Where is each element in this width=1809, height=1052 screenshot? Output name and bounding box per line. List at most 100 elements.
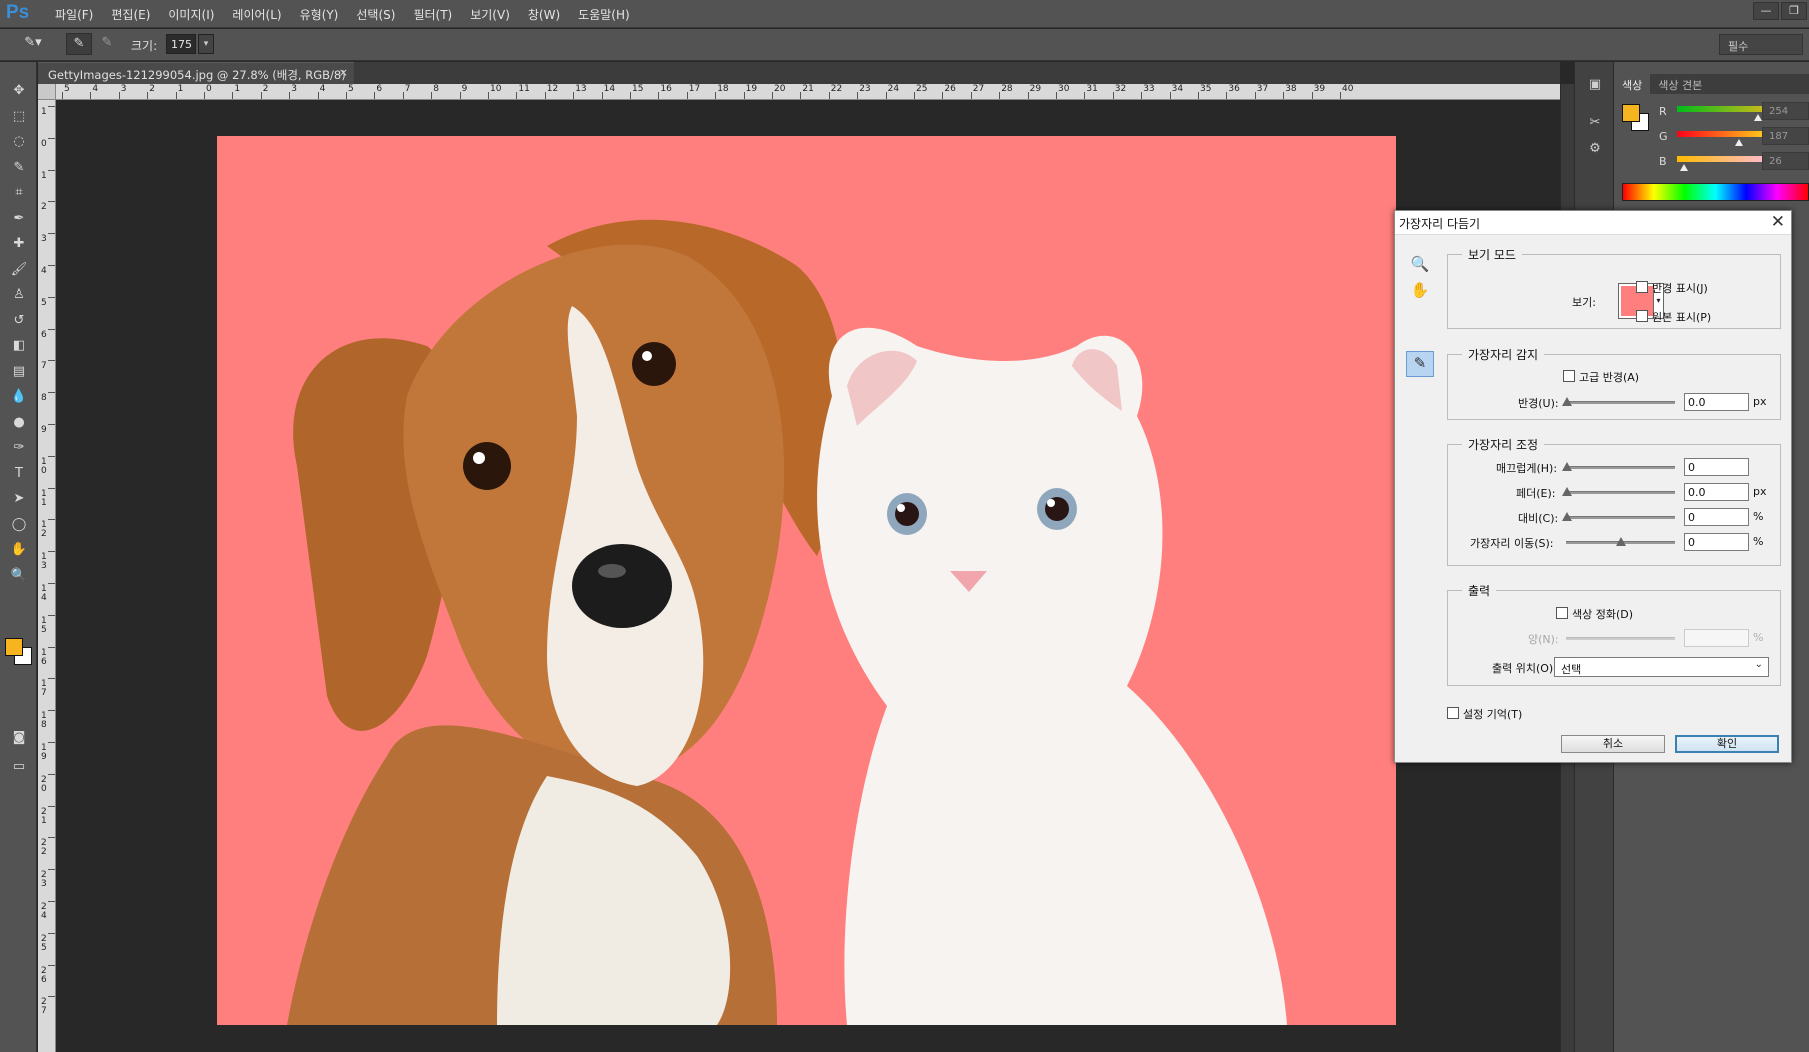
quick-mask-icon[interactable]: ◙ [6,727,32,749]
color-spectrum[interactable] [1622,183,1809,201]
remember-settings-label: 설정 기억(T) [1463,708,1523,721]
smart-radius-checkbox[interactable] [1563,370,1575,382]
menu-image[interactable]: 이미지(I) [159,6,223,23]
adjustments-panel-icon[interactable]: ⚙ [1583,138,1607,160]
document-tab[interactable]: GettyImages-121299054.jpg @ 27.8% (배경, R… [38,62,354,84]
refine-edge-dialog: 가장자리 다듬기 ✕ 🔍 ✋ ✎ 보기 모드 보기: ▾ 반경 표시(J) 원본… [1394,210,1792,763]
blur-icon[interactable]: 💧 [6,386,32,408]
radius-slider-thumb[interactable] [1562,397,1572,406]
workspace-select[interactable]: 필수 [1719,34,1803,55]
menu-type[interactable]: 유형(Y) [291,6,348,23]
feather-input[interactable]: 0.0 [1684,483,1749,501]
ruler-label: 4 [41,266,47,276]
menu-file[interactable]: 파일(F) [46,6,102,23]
close-icon[interactable]: ✕ [1771,212,1785,232]
lasso-icon[interactable]: ◌ [6,131,32,153]
smooth-slider[interactable] [1566,466,1675,469]
marquee-icon[interactable]: ⬚ [6,106,32,128]
radius-slider[interactable] [1566,401,1675,404]
channel-b-thumb[interactable] [1680,164,1688,171]
menu-select[interactable]: 선택(S) [347,6,404,23]
history-panel-icon[interactable]: ▣ [1583,74,1607,96]
contrast-slider[interactable] [1566,516,1675,519]
channel-r-value[interactable]: 254 [1762,102,1809,120]
type-icon[interactable]: T [6,463,32,485]
show-radius-checkbox[interactable] [1636,281,1648,293]
zoom-icon[interactable]: 🔍 [1408,253,1432,275]
crop-icon[interactable]: ⌗ [6,182,32,204]
restore-button[interactable]: ❐ [1781,2,1807,20]
erase-refinements-tool-icon[interactable]: ✎ [94,33,120,55]
ruler-label: 10 [490,84,502,94]
ruler-tick [999,92,1001,99]
dialog-titlebar[interactable]: 가장자리 다듬기 ✕ [1395,211,1791,235]
pen-icon[interactable]: ✑ [6,437,32,459]
menu-help[interactable]: 도움말(H) [569,6,639,23]
shift-edge-input[interactable]: 0 [1684,533,1749,551]
feather-slider-thumb[interactable] [1562,487,1572,496]
cancel-button[interactable]: 취소 [1561,735,1665,753]
brush-panel-icon[interactable]: ✂ [1583,112,1607,134]
channel-r-thumb[interactable] [1754,114,1762,121]
ruler-tick [346,92,347,99]
channel-g-thumb[interactable] [1735,139,1743,146]
close-icon[interactable]: × [339,66,348,79]
refine-radius-brush-icon[interactable]: ✎ [1406,351,1434,377]
radius-input[interactable]: 0.0 [1684,393,1749,411]
menu-filter[interactable]: 필터(T) [404,6,461,23]
feather-slider[interactable] [1566,491,1675,494]
zoom-icon[interactable]: 🔍 [6,565,32,587]
ok-button[interactable]: 확인 [1675,735,1779,753]
dodge-icon[interactable]: ● [6,412,32,434]
gradient-icon[interactable]: ▤ [6,361,32,383]
channel-r-label: R [1659,105,1667,118]
refine-radius-tool-icon[interactable]: ✎ [66,33,92,55]
channel-b-value[interactable]: 26 [1762,152,1809,170]
adjust-edge-group: 가장자리 조정 매끄럽게(H): 0 페더(E): 0.0 px 대비(C): … [1447,436,1781,566]
channel-g-value[interactable]: 187 [1762,127,1809,145]
foreground-color-swatch[interactable] [5,638,23,656]
ruler-label: 3 [41,234,47,245]
tool-preset-icon[interactable]: ✎▾ [20,33,46,55]
decontaminate-checkbox[interactable] [1556,607,1568,619]
path-select-icon[interactable]: ➤ [6,488,32,510]
ruler-tick [1169,92,1171,99]
amount-label: 양(N): [1528,633,1559,646]
eraser-icon[interactable]: ◧ [6,335,32,357]
menu-layer[interactable]: 레이어(L) [223,6,290,23]
size-input[interactable]: 175 [166,34,196,54]
size-dropdown-icon[interactable]: ▾ [198,34,214,54]
healing-icon[interactable]: ✚ [6,233,32,255]
ruler-tick [48,742,55,743]
move-icon[interactable]: ✥ [6,80,32,102]
show-original-checkbox[interactable] [1636,310,1648,322]
smooth-input[interactable]: 0 [1684,458,1749,476]
screen-mode-icon[interactable]: ▭ [6,756,32,778]
document-tab-title: GettyImages-121299054.jpg @ 27.8% (배경, R… [48,68,346,82]
contrast-input[interactable]: 0 [1684,508,1749,526]
quick-select-icon[interactable]: ✎ [6,157,32,179]
minimize-button[interactable]: — [1753,2,1779,20]
brush-icon[interactable]: 🖌 [6,259,32,281]
ruler-label: 38 [1285,84,1297,94]
eyedropper-icon[interactable]: ✒ [6,208,32,230]
remember-settings-checkbox[interactable] [1447,707,1459,719]
history-brush-icon[interactable]: ↺ [6,310,32,332]
hand-icon[interactable]: ✋ [6,539,32,561]
ellipse-icon[interactable]: ◯ [6,514,32,536]
menu-window[interactable]: 창(W) [519,6,569,23]
contrast-slider-thumb[interactable] [1562,512,1572,521]
tab-swatches[interactable]: 색상 견본 [1650,74,1710,94]
shift-edge-slider-thumb[interactable] [1616,537,1626,546]
menu-edit[interactable]: 편집(E) [102,6,159,23]
menu-view[interactable]: 보기(V) [461,6,519,23]
contrast-unit: % [1753,510,1764,523]
panel-foreground-swatch[interactable] [1622,104,1640,122]
smooth-slider-thumb[interactable] [1562,462,1572,471]
output-to-select[interactable]: 선택 ⌄ [1554,657,1769,677]
document-image[interactable] [217,136,1396,1025]
hand-icon[interactable]: ✋ [1408,279,1432,301]
output-title: 출력 [1462,582,1497,599]
stamp-icon[interactable]: ♙ [6,284,32,306]
tab-color[interactable]: 색상 [1614,74,1651,94]
